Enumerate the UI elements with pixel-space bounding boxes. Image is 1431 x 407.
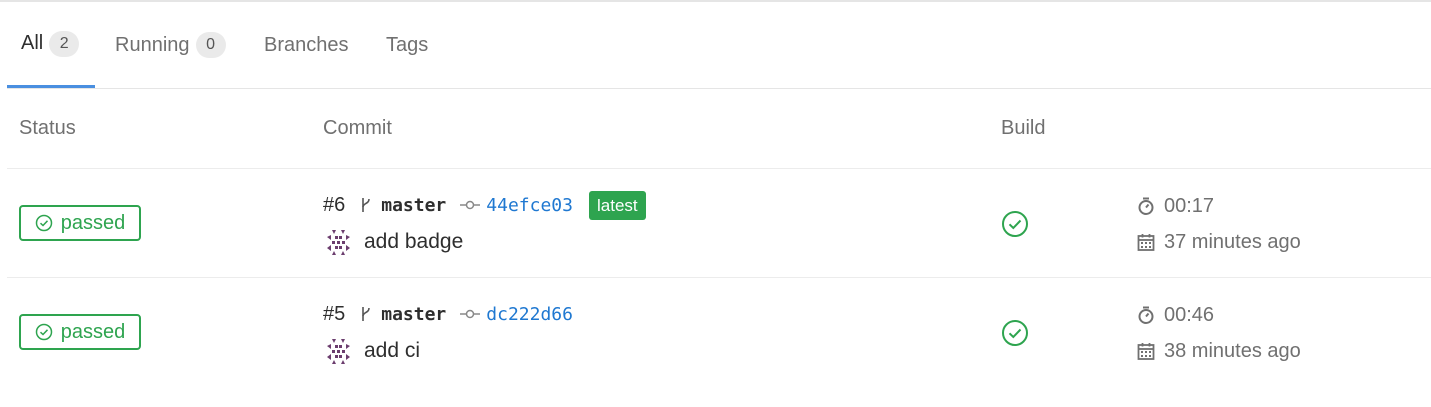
tab-running-label: Running	[115, 33, 190, 56]
branch-name[interactable]: master	[381, 195, 446, 216]
calendar-icon	[1137, 343, 1155, 360]
commit-sha[interactable]: dc222d66	[486, 304, 573, 325]
table-row: passed #5 master dc222d66 add ci 00:46 3…	[7, 278, 1431, 386]
pipeline-finished: 38 minutes ago	[1136, 336, 1301, 366]
branch-icon	[362, 307, 371, 321]
header-commit: Commit	[323, 117, 392, 139]
timer-icon	[1138, 197, 1154, 215]
tab-all-label: All	[21, 32, 44, 54]
calendar-icon	[1137, 234, 1155, 251]
commit-message[interactable]: add badge	[364, 230, 463, 254]
finished-time: 37 minutes ago	[1164, 230, 1301, 253]
commit-info: #5 master dc222d66	[323, 299, 589, 329]
duration-text: 00:17	[1164, 194, 1215, 217]
check-circle-icon	[35, 323, 52, 341]
tab-tags[interactable]: Tags	[386, 2, 428, 88]
duration-text: 00:46	[1164, 303, 1215, 326]
table-header: Status Commit Build	[7, 89, 1431, 169]
pipeline-duration: 00:17	[1136, 191, 1214, 221]
commit-icon	[460, 200, 481, 210]
commit-message[interactable]: add ci	[364, 339, 420, 363]
header-status: Status	[19, 117, 76, 139]
timer-icon	[1138, 306, 1154, 324]
commit-icon	[460, 309, 481, 319]
tab-running-count: 0	[195, 32, 226, 58]
status-label: passed	[60, 320, 126, 343]
check-circle-icon[interactable]	[1001, 319, 1029, 347]
pipeline-id[interactable]: #6	[323, 194, 345, 217]
check-circle-icon[interactable]	[1001, 210, 1029, 238]
identicon-avatar[interactable]	[323, 335, 354, 367]
status-label: passed	[60, 211, 126, 234]
header-build: Build	[1001, 117, 1046, 139]
status-badge[interactable]: passed	[19, 314, 141, 350]
branch-name[interactable]: master	[381, 304, 446, 325]
branch-icon	[362, 198, 371, 212]
tab-running[interactable]: Running 0	[115, 2, 226, 88]
tab-branches[interactable]: Branches	[264, 2, 349, 88]
finished-time: 38 minutes ago	[1164, 339, 1301, 362]
identicon-avatar[interactable]	[323, 226, 354, 258]
commit-sha[interactable]: 44efce03	[486, 195, 573, 216]
table-row: passed #6 master 44efce03 latest add bad…	[7, 169, 1431, 278]
tab-tags-label: Tags	[386, 33, 429, 56]
check-circle-icon	[35, 214, 52, 232]
pipeline-finished: 37 minutes ago	[1136, 227, 1301, 257]
pipeline-duration: 00:46	[1136, 300, 1214, 330]
tab-branches-label: Branches	[264, 33, 349, 56]
commit-info: #6 master 44efce03 latest	[323, 190, 646, 220]
pipeline-tabs: All 2 Running 0 Branches Tags	[7, 2, 1431, 89]
pipeline-id[interactable]: #5	[323, 303, 345, 326]
latest-badge: latest	[588, 190, 646, 220]
tab-all-count: 2	[49, 30, 80, 57]
commit-title: add badge	[323, 226, 463, 258]
commit-title: add ci	[323, 335, 420, 367]
status-badge[interactable]: passed	[19, 205, 141, 241]
tab-all[interactable]: All 2	[7, 2, 95, 88]
